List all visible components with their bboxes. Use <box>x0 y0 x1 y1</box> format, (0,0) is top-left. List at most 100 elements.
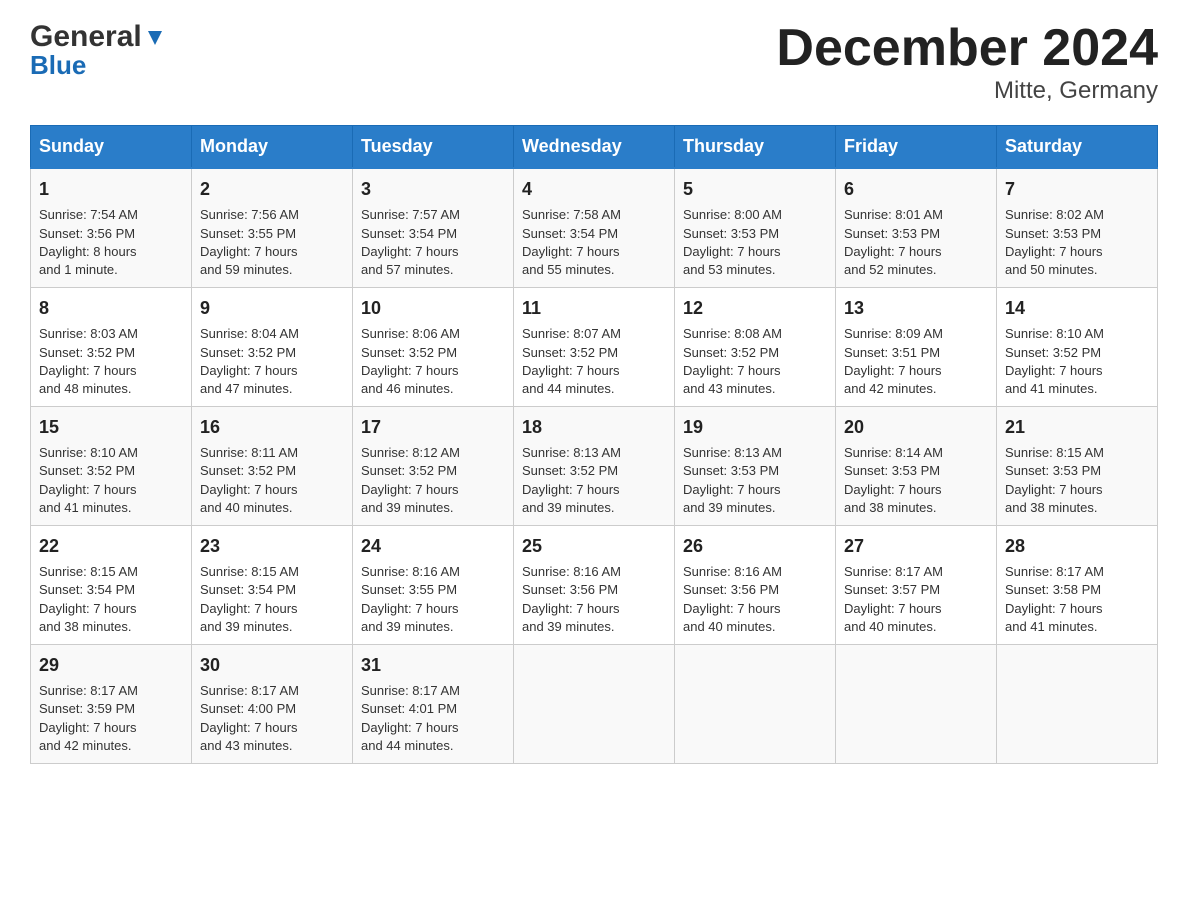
day-number: 20 <box>844 415 988 440</box>
table-row: 1 Sunrise: 7:54 AM Sunset: 3:56 PM Daylig… <box>31 168 192 287</box>
col-saturday: Saturday <box>997 126 1158 169</box>
day-info: Sunrise: 8:15 AM Sunset: 3:54 PM Dayligh… <box>200 563 344 636</box>
day-number: 25 <box>522 534 666 559</box>
table-row: 7Sunrise: 8:02 AM Sunset: 3:53 PM Daylig… <box>997 168 1158 287</box>
table-row: 3 Sunrise: 7:57 AM Sunset: 3:54 PM Daylig… <box>353 168 514 287</box>
day-number: 12 <box>683 296 827 321</box>
day-info: Sunrise: 8:01 AM Sunset: 3:53 PM Dayligh… <box>844 206 988 279</box>
calendar-header-row: Sunday Monday Tuesday Wednesday Thursday… <box>31 126 1158 169</box>
table-row: 2 Sunrise: 7:56 AM Sunset: 3:55 PM Daylig… <box>192 168 353 287</box>
day-number: 3 <box>361 177 505 202</box>
day-number: 1 <box>39 177 183 202</box>
page-title: December 2024 <box>776 20 1158 77</box>
table-row: 12 Sunrise: 8:08 AM Sunset: 3:52 PM Dayli… <box>675 288 836 407</box>
table-row: 19Sunrise: 8:13 AM Sunset: 3:53 PM Dayli… <box>675 407 836 526</box>
day-info: Sunrise: 8:17 AM Sunset: 4:01 PM Dayligh… <box>361 682 505 755</box>
day-number: 29 <box>39 653 183 678</box>
table-row <box>675 644 836 763</box>
day-info: Sunrise: 8:17 AM Sunset: 3:59 PM Dayligh… <box>39 682 183 755</box>
day-info: Sunrise: 7:57 AM Sunset: 3:54 PM Dayligh… <box>361 206 505 279</box>
table-row: 16 Sunrise: 8:11 AM Sunset: 3:52 PM Dayli… <box>192 407 353 526</box>
calendar-week-row: 15 Sunrise: 8:10 AM Sunset: 3:52 PM Dayli… <box>31 407 1158 526</box>
day-number: 22 <box>39 534 183 559</box>
table-row: 4 Sunrise: 7:58 AM Sunset: 3:54 PM Daylig… <box>514 168 675 287</box>
table-row: 5Sunrise: 8:00 AM Sunset: 3:53 PM Daylig… <box>675 168 836 287</box>
day-info: Sunrise: 8:10 AM Sunset: 3:52 PM Dayligh… <box>1005 325 1149 398</box>
table-row: 29 Sunrise: 8:17 AM Sunset: 3:59 PM Dayli… <box>31 644 192 763</box>
table-row: 9 Sunrise: 8:04 AM Sunset: 3:52 PM Daylig… <box>192 288 353 407</box>
day-number: 15 <box>39 415 183 440</box>
logo: General Blue <box>30 20 166 81</box>
table-row: 6Sunrise: 8:01 AM Sunset: 3:53 PM Daylig… <box>836 168 997 287</box>
day-number: 10 <box>361 296 505 321</box>
table-row: 30Sunrise: 8:17 AM Sunset: 4:00 PM Dayli… <box>192 644 353 763</box>
table-row: 11Sunrise: 8:07 AM Sunset: 3:52 PM Dayli… <box>514 288 675 407</box>
col-tuesday: Tuesday <box>353 126 514 169</box>
day-info: Sunrise: 8:10 AM Sunset: 3:52 PM Dayligh… <box>39 444 183 517</box>
col-monday: Monday <box>192 126 353 169</box>
day-info: Sunrise: 8:04 AM Sunset: 3:52 PM Dayligh… <box>200 325 344 398</box>
col-wednesday: Wednesday <box>514 126 675 169</box>
table-row: 17Sunrise: 8:12 AM Sunset: 3:52 PM Dayli… <box>353 407 514 526</box>
day-info: Sunrise: 8:17 AM Sunset: 3:58 PM Dayligh… <box>1005 563 1149 636</box>
calendar-week-row: 29 Sunrise: 8:17 AM Sunset: 3:59 PM Dayli… <box>31 644 1158 763</box>
day-number: 27 <box>844 534 988 559</box>
col-thursday: Thursday <box>675 126 836 169</box>
logo-blue-text: Blue <box>30 50 86 81</box>
day-number: 9 <box>200 296 344 321</box>
table-row <box>836 644 997 763</box>
day-info: Sunrise: 8:15 AM Sunset: 3:53 PM Dayligh… <box>1005 444 1149 517</box>
calendar-body: 1 Sunrise: 7:54 AM Sunset: 3:56 PM Daylig… <box>31 168 1158 763</box>
page-header: General Blue December 2024 Mitte, German… <box>30 20 1158 105</box>
day-info: Sunrise: 8:02 AM Sunset: 3:53 PM Dayligh… <box>1005 206 1149 279</box>
day-info: Sunrise: 8:06 AM Sunset: 3:52 PM Dayligh… <box>361 325 505 398</box>
day-number: 26 <box>683 534 827 559</box>
table-row: 8Sunrise: 8:03 AM Sunset: 3:52 PM Daylig… <box>31 288 192 407</box>
day-info: Sunrise: 7:58 AM Sunset: 3:54 PM Dayligh… <box>522 206 666 279</box>
logo-general-text: General <box>30 20 142 54</box>
day-info: Sunrise: 8:13 AM Sunset: 3:53 PM Dayligh… <box>683 444 827 517</box>
day-info: Sunrise: 8:15 AM Sunset: 3:54 PM Dayligh… <box>39 563 183 636</box>
logo-triangle-icon <box>144 27 166 49</box>
day-number: 17 <box>361 415 505 440</box>
day-info: Sunrise: 8:09 AM Sunset: 3:51 PM Dayligh… <box>844 325 988 398</box>
table-row: 31Sunrise: 8:17 AM Sunset: 4:01 PM Dayli… <box>353 644 514 763</box>
day-number: 2 <box>200 177 344 202</box>
day-number: 18 <box>522 415 666 440</box>
day-number: 16 <box>200 415 344 440</box>
day-info: Sunrise: 8:16 AM Sunset: 3:55 PM Dayligh… <box>361 563 505 636</box>
day-info: Sunrise: 8:16 AM Sunset: 3:56 PM Dayligh… <box>522 563 666 636</box>
col-sunday: Sunday <box>31 126 192 169</box>
table-row: 20Sunrise: 8:14 AM Sunset: 3:53 PM Dayli… <box>836 407 997 526</box>
table-row: 10 Sunrise: 8:06 AM Sunset: 3:52 PM Dayli… <box>353 288 514 407</box>
day-info: Sunrise: 8:07 AM Sunset: 3:52 PM Dayligh… <box>522 325 666 398</box>
day-info: Sunrise: 7:56 AM Sunset: 3:55 PM Dayligh… <box>200 206 344 279</box>
calendar-week-row: 1 Sunrise: 7:54 AM Sunset: 3:56 PM Daylig… <box>31 168 1158 287</box>
table-row: 28 Sunrise: 8:17 AM Sunset: 3:58 PM Dayli… <box>997 526 1158 645</box>
calendar-week-row: 8Sunrise: 8:03 AM Sunset: 3:52 PM Daylig… <box>31 288 1158 407</box>
table-row: 14Sunrise: 8:10 AM Sunset: 3:52 PM Dayli… <box>997 288 1158 407</box>
day-info: Sunrise: 8:03 AM Sunset: 3:52 PM Dayligh… <box>39 325 183 398</box>
day-info: Sunrise: 8:16 AM Sunset: 3:56 PM Dayligh… <box>683 563 827 636</box>
day-number: 24 <box>361 534 505 559</box>
day-number: 4 <box>522 177 666 202</box>
day-info: Sunrise: 8:00 AM Sunset: 3:53 PM Dayligh… <box>683 206 827 279</box>
day-number: 13 <box>844 296 988 321</box>
day-number: 23 <box>200 534 344 559</box>
table-row: 21 Sunrise: 8:15 AM Sunset: 3:53 PM Dayli… <box>997 407 1158 526</box>
table-row <box>514 644 675 763</box>
table-row: 22 Sunrise: 8:15 AM Sunset: 3:54 PM Dayli… <box>31 526 192 645</box>
day-number: 28 <box>1005 534 1149 559</box>
table-row: 26 Sunrise: 8:16 AM Sunset: 3:56 PM Dayli… <box>675 526 836 645</box>
table-row: 25 Sunrise: 8:16 AM Sunset: 3:56 PM Dayli… <box>514 526 675 645</box>
calendar-week-row: 22 Sunrise: 8:15 AM Sunset: 3:54 PM Dayli… <box>31 526 1158 645</box>
table-row: 13 Sunrise: 8:09 AM Sunset: 3:51 PM Dayli… <box>836 288 997 407</box>
day-info: Sunrise: 7:54 AM Sunset: 3:56 PM Dayligh… <box>39 206 183 279</box>
table-row: 27Sunrise: 8:17 AM Sunset: 3:57 PM Dayli… <box>836 526 997 645</box>
day-info: Sunrise: 8:11 AM Sunset: 3:52 PM Dayligh… <box>200 444 344 517</box>
calendar-table: Sunday Monday Tuesday Wednesday Thursday… <box>30 125 1158 764</box>
day-number: 21 <box>1005 415 1149 440</box>
day-info: Sunrise: 8:08 AM Sunset: 3:52 PM Dayligh… <box>683 325 827 398</box>
table-row: 18Sunrise: 8:13 AM Sunset: 3:52 PM Dayli… <box>514 407 675 526</box>
table-row: 15 Sunrise: 8:10 AM Sunset: 3:52 PM Dayli… <box>31 407 192 526</box>
